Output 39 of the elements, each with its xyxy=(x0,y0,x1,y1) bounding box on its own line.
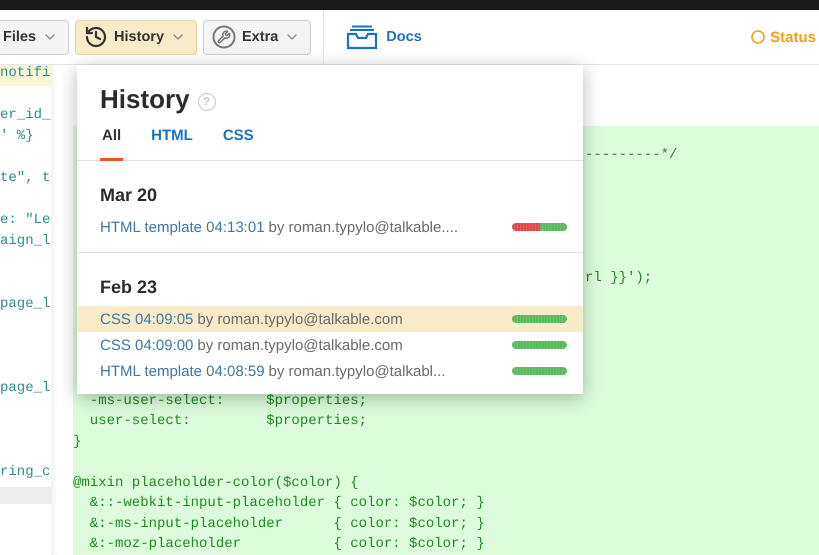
date-heading: Feb 23 xyxy=(99,277,158,299)
wrench-icon xyxy=(212,25,236,49)
code-line: e: "Le xyxy=(0,212,51,230)
history-entry[interactable]: CSS 04:09:05 by roman.typylo@talkable.com xyxy=(77,306,583,332)
code-line: page_l xyxy=(0,296,51,314)
filter-tab[interactable]: HTML xyxy=(149,123,195,161)
filter-tab[interactable]: All xyxy=(100,123,124,161)
docs-link[interactable]: Docs xyxy=(340,24,428,50)
code-line: } xyxy=(73,434,82,452)
code-line: ring_c xyxy=(0,464,51,482)
filter-tab[interactable]: CSS xyxy=(220,123,256,161)
code-line: te", t xyxy=(0,170,51,188)
change-bar xyxy=(512,367,567,375)
code-line: &:-moz-placeholder { color: $color; } xyxy=(88,536,485,554)
popover-title: History xyxy=(100,84,190,115)
code-line: &:-ms-input-placeholder { color: $color; } xyxy=(88,516,485,534)
toolbar-button[interactable]: Files xyxy=(0,20,70,54)
history-entry[interactable]: HTML template 04:08:59 by roman.typylo@talkabl... xyxy=(77,358,583,384)
code-line: rl }}'); xyxy=(585,270,652,288)
clock-icon xyxy=(84,25,108,49)
code-line: page_l xyxy=(0,380,51,398)
code-line: er_id_ xyxy=(0,107,51,125)
code-line: ' %} xyxy=(0,128,35,146)
change-bar xyxy=(512,223,567,231)
code-line: -ms-user-select: $properties; xyxy=(88,392,368,410)
code-line: user-select: $properties; xyxy=(88,413,368,431)
history-entry[interactable]: CSS 04:09:00 by roman.typylo@talkable.com xyxy=(77,332,583,358)
circle-icon xyxy=(751,30,766,44)
code-line: ---------*/ xyxy=(585,146,678,164)
date-heading: Mar 20 xyxy=(99,185,158,207)
change-bar xyxy=(512,341,567,349)
history-entry[interactable]: HTML template 04:13:01 by roman.typylo@talkable.... xyxy=(77,214,583,240)
tray-icon xyxy=(346,24,378,50)
toolbar-button[interactable]: History xyxy=(75,20,198,54)
code-line: &::-webkit-input-placeholder { color: $color; } xyxy=(88,495,485,513)
change-bar xyxy=(512,315,567,323)
code-line: @mixin placeholder-color($color) { xyxy=(73,474,359,492)
code-line: aign_l xyxy=(0,233,51,251)
toolbar-button[interactable]: Extra xyxy=(203,20,312,54)
